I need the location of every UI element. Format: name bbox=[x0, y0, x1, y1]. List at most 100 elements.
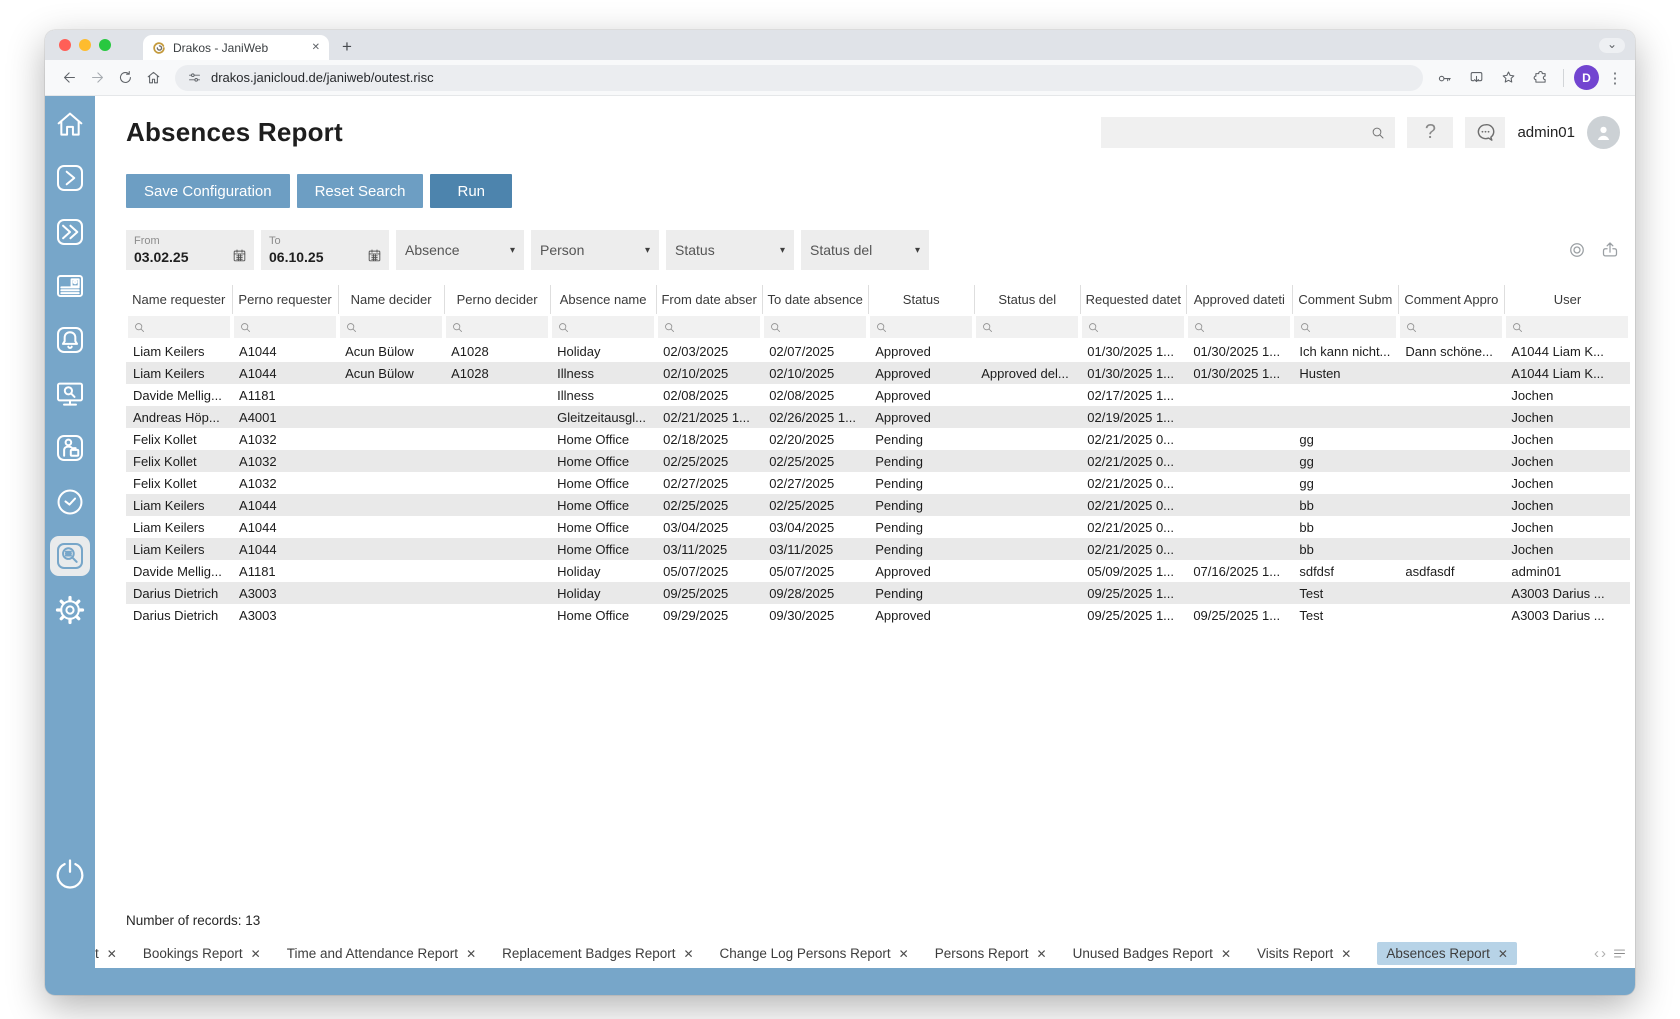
table-row[interactable]: Liam KeilersA1044Home Office03/11/202503… bbox=[126, 538, 1630, 560]
table-row[interactable]: Davide Mellig...A1181Holiday05/07/202505… bbox=[126, 560, 1630, 582]
address-bar[interactable]: drakos.janicloud.de/janiweb/outest.risc bbox=[175, 65, 1423, 91]
column-header-perno-requester[interactable]: Perno requester bbox=[232, 285, 338, 314]
report-tab-bookings-report[interactable]: Bookings Report✕ bbox=[143, 946, 261, 961]
column-search-box[interactable] bbox=[128, 316, 230, 338]
column-header-status-del[interactable]: Status del bbox=[974, 285, 1080, 314]
column-search-box[interactable] bbox=[1506, 316, 1628, 338]
reload-button[interactable] bbox=[111, 64, 139, 92]
table-row[interactable]: Felix KolletA1032Home Office02/25/202502… bbox=[126, 450, 1630, 472]
absence-dropdown[interactable]: Absence ▾ bbox=[396, 230, 524, 270]
back-button[interactable] bbox=[55, 64, 83, 92]
report-tab-unused-badges-report[interactable]: Unused Badges Report✕ bbox=[1073, 946, 1231, 961]
scroll-tabs-right-icon[interactable]: › bbox=[1601, 945, 1606, 962]
user-avatar[interactable] bbox=[1587, 116, 1620, 149]
global-search-box[interactable] bbox=[1101, 117, 1395, 148]
tab-search-button[interactable]: ⌄ bbox=[1599, 38, 1625, 53]
report-tab-change-log-persons-report[interactable]: Change Log Persons Report✕ bbox=[720, 946, 909, 961]
extensions-button[interactable] bbox=[1527, 65, 1553, 91]
report-tab-t[interactable]: t✕ bbox=[95, 946, 117, 961]
column-search-absence-name[interactable] bbox=[550, 314, 656, 340]
column-search-box[interactable] bbox=[1082, 316, 1184, 338]
report-tab-persons-report[interactable]: Persons Report✕ bbox=[935, 946, 1047, 961]
person-dropdown[interactable]: Person ▾ bbox=[531, 230, 659, 270]
column-header-comment-subm[interactable]: Comment Subm bbox=[1292, 285, 1398, 314]
install-button[interactable] bbox=[1463, 65, 1489, 91]
help-button[interactable]: ? bbox=[1407, 117, 1453, 148]
column-search-perno-requester[interactable] bbox=[232, 314, 338, 340]
column-search-approved-dateti[interactable] bbox=[1186, 314, 1292, 340]
new-tab-button[interactable]: + bbox=[342, 37, 352, 57]
column-search-box[interactable] bbox=[552, 316, 654, 338]
feedback-button[interactable] bbox=[1465, 117, 1505, 148]
home-button[interactable] bbox=[139, 64, 167, 92]
table-row[interactable]: Andreas Höp...A4001Gleitzeitausgl...02/2… bbox=[126, 406, 1630, 428]
bookmark-button[interactable] bbox=[1495, 65, 1521, 91]
table-row[interactable]: Davide Mellig...A1181Illness02/08/202502… bbox=[126, 384, 1630, 406]
table-row[interactable]: Felix KolletA1032Home Office02/27/202502… bbox=[126, 472, 1630, 494]
scroll-tabs-left-icon[interactable]: ‹ bbox=[1594, 945, 1599, 962]
sidebar-item-notifications[interactable] bbox=[50, 320, 90, 360]
column-header-from-date-abser[interactable]: From date abser bbox=[656, 285, 762, 314]
column-header-name-decider[interactable]: Name decider bbox=[338, 285, 444, 314]
save-configuration-button[interactable]: Save Configuration bbox=[126, 174, 290, 208]
column-header-to-date-absence[interactable]: To date absence bbox=[762, 285, 868, 314]
sidebar-item-id-card[interactable] bbox=[50, 266, 90, 306]
forward-button[interactable] bbox=[83, 64, 111, 92]
column-search-box[interactable] bbox=[1188, 316, 1290, 338]
calendar-icon[interactable] bbox=[367, 248, 382, 263]
reset-search-button[interactable]: Reset Search bbox=[297, 174, 424, 208]
close-icon[interactable]: ✕ bbox=[466, 947, 476, 961]
column-search-box[interactable] bbox=[446, 316, 548, 338]
table-row[interactable]: Liam KeilersA1044Acun BülowA1028Holiday0… bbox=[126, 340, 1630, 362]
column-header-requested-datet[interactable]: Requested datet bbox=[1080, 285, 1186, 314]
close-icon[interactable]: ✕ bbox=[683, 947, 693, 961]
browser-profile-avatar[interactable]: D bbox=[1574, 65, 1599, 90]
status-del-dropdown[interactable]: Status del ▾ bbox=[801, 230, 929, 270]
tab-list-icon[interactable] bbox=[1612, 946, 1627, 961]
column-search-box[interactable] bbox=[1294, 316, 1396, 338]
column-header-status[interactable]: Status bbox=[868, 285, 974, 314]
column-header-comment-appro[interactable]: Comment Appro bbox=[1398, 285, 1504, 314]
column-search-box[interactable] bbox=[658, 316, 760, 338]
table-row[interactable]: Darius DietrichA3003Home Office09/29/202… bbox=[126, 604, 1630, 626]
report-tab-time-and-attendance-report[interactable]: Time and Attendance Report✕ bbox=[287, 946, 476, 961]
global-search-input[interactable] bbox=[1110, 124, 1370, 142]
browser-menu-button[interactable]: ⋮ bbox=[1605, 69, 1625, 87]
export-icon[interactable] bbox=[1600, 240, 1620, 260]
close-icon[interactable]: ✕ bbox=[251, 947, 261, 961]
column-header-name-requester[interactable]: Name requester bbox=[126, 285, 232, 314]
sidebar-item-forward[interactable] bbox=[50, 158, 90, 198]
column-search-name-requester[interactable] bbox=[126, 314, 232, 340]
table-row[interactable]: Darius DietrichA3003Holiday09/25/202509/… bbox=[126, 582, 1630, 604]
column-search-from-date-abser[interactable] bbox=[656, 314, 762, 340]
column-search-comment-subm[interactable] bbox=[1292, 314, 1398, 340]
report-tab-absences-report[interactable]: Absences Report✕ bbox=[1377, 942, 1517, 965]
report-tab-replacement-badges-report[interactable]: Replacement Badges Report✕ bbox=[502, 946, 693, 961]
minimize-window-button[interactable] bbox=[79, 39, 91, 51]
column-search-status[interactable] bbox=[868, 314, 974, 340]
table-row[interactable]: Liam KeilersA1044Home Office02/25/202502… bbox=[126, 494, 1630, 516]
sidebar-item-fast-forward[interactable] bbox=[50, 212, 90, 252]
target-icon[interactable] bbox=[1567, 240, 1587, 260]
column-header-absence-name[interactable]: Absence name bbox=[550, 285, 656, 314]
column-search-box[interactable] bbox=[870, 316, 972, 338]
sidebar-item-settings[interactable] bbox=[50, 590, 90, 630]
sidebar-item-home[interactable] bbox=[50, 104, 90, 144]
column-header-approved-dateti[interactable]: Approved dateti bbox=[1186, 285, 1292, 314]
passwords-button[interactable] bbox=[1431, 65, 1457, 91]
table-row[interactable]: Felix KolletA1032Home Office02/18/202502… bbox=[126, 428, 1630, 450]
run-button[interactable]: Run bbox=[430, 174, 512, 208]
close-icon[interactable]: ✕ bbox=[1037, 947, 1047, 961]
column-search-comment-appro[interactable] bbox=[1398, 314, 1504, 340]
sidebar-item-power[interactable] bbox=[50, 854, 90, 894]
column-search-requested-datet[interactable] bbox=[1080, 314, 1186, 340]
browser-tab[interactable]: Drakos - JaniWeb ✕ bbox=[143, 35, 329, 60]
sidebar-item-monitor-search[interactable] bbox=[50, 374, 90, 414]
column-search-perno-decider[interactable] bbox=[444, 314, 550, 340]
column-search-box[interactable] bbox=[234, 316, 336, 338]
close-icon[interactable]: ✕ bbox=[107, 947, 117, 961]
column-search-box[interactable] bbox=[1400, 316, 1502, 338]
column-search-name-decider[interactable] bbox=[338, 314, 444, 340]
fullscreen-window-button[interactable] bbox=[99, 39, 111, 51]
sidebar-item-time[interactable] bbox=[50, 482, 90, 522]
